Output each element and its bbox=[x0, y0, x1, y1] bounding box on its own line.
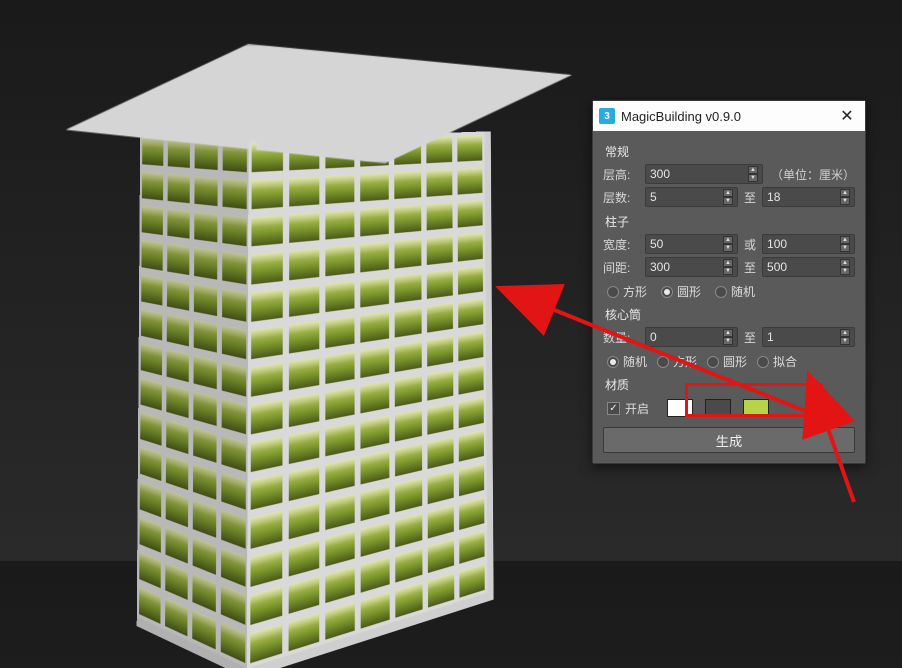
col-shape-round-radio[interactable]: 圆形 bbox=[661, 283, 701, 300]
dialog-titlebar[interactable]: 3 MagicBuilding v0.9.0 ✕ bbox=[593, 101, 865, 131]
core-fit-radio[interactable]: 拟合 bbox=[757, 353, 797, 370]
magicbuilding-dialog: 3 MagicBuilding v0.9.0 ✕ 常规 层高: 300 ▲▼ （… bbox=[592, 100, 866, 464]
dialog-title: MagicBuilding v0.9.0 bbox=[621, 109, 837, 124]
app-icon: 3 bbox=[599, 108, 615, 124]
viewport-building bbox=[60, 30, 550, 570]
generate-button[interactable]: 生成 bbox=[603, 427, 855, 453]
close-icon[interactable]: ✕ bbox=[837, 106, 857, 126]
label-floors: 层数: bbox=[603, 189, 639, 206]
section-material: 材质 bbox=[605, 376, 855, 393]
floors-to-spinner[interactable]: 18 ▲▼ bbox=[762, 187, 855, 207]
section-columns: 柱子 bbox=[605, 213, 855, 230]
core-to-spinner[interactable]: 1 ▲▼ bbox=[762, 327, 855, 347]
floor-height-spinner[interactable]: 300 ▲▼ bbox=[645, 164, 763, 184]
material-enable-checkbox[interactable]: ✓ 开启 bbox=[607, 400, 649, 417]
material-swatch-1[interactable] bbox=[667, 399, 693, 417]
section-core: 核心筒 bbox=[605, 306, 855, 323]
floors-from-spinner[interactable]: 5 ▲▼ bbox=[645, 187, 738, 207]
label-unit: （单位：厘米） bbox=[771, 166, 855, 183]
col-spacing-a-spinner[interactable]: 300 ▲▼ bbox=[645, 257, 738, 277]
col-width-a-spinner[interactable]: 50 ▲▼ bbox=[645, 234, 738, 254]
label-count: 数量: bbox=[603, 329, 639, 346]
label-to: 至 bbox=[744, 189, 756, 206]
label-spacing: 间距: bbox=[603, 259, 639, 276]
spinner-up-icon[interactable]: ▲ bbox=[748, 166, 758, 174]
label-or: 或 bbox=[744, 236, 756, 253]
col-spacing-b-spinner[interactable]: 500 ▲▼ bbox=[762, 257, 855, 277]
material-swatch-3[interactable] bbox=[743, 399, 769, 417]
check-icon: ✓ bbox=[607, 402, 620, 415]
spinner-down-icon[interactable]: ▼ bbox=[748, 174, 758, 182]
label-width: 宽度: bbox=[603, 236, 639, 253]
col-shape-square-radio[interactable]: 方形 bbox=[607, 283, 647, 300]
section-general: 常规 bbox=[605, 143, 855, 160]
col-width-b-spinner[interactable]: 100 ▲▼ bbox=[762, 234, 855, 254]
core-round-radio[interactable]: 圆形 bbox=[707, 353, 747, 370]
label-floor-height: 层高: bbox=[603, 166, 639, 183]
core-from-spinner[interactable]: 0 ▲▼ bbox=[645, 327, 738, 347]
core-square-radio[interactable]: 方形 bbox=[657, 353, 697, 370]
material-swatch-2[interactable] bbox=[705, 399, 731, 417]
core-random-radio[interactable]: 随机 bbox=[607, 353, 647, 370]
col-shape-random-radio[interactable]: 随机 bbox=[715, 283, 755, 300]
